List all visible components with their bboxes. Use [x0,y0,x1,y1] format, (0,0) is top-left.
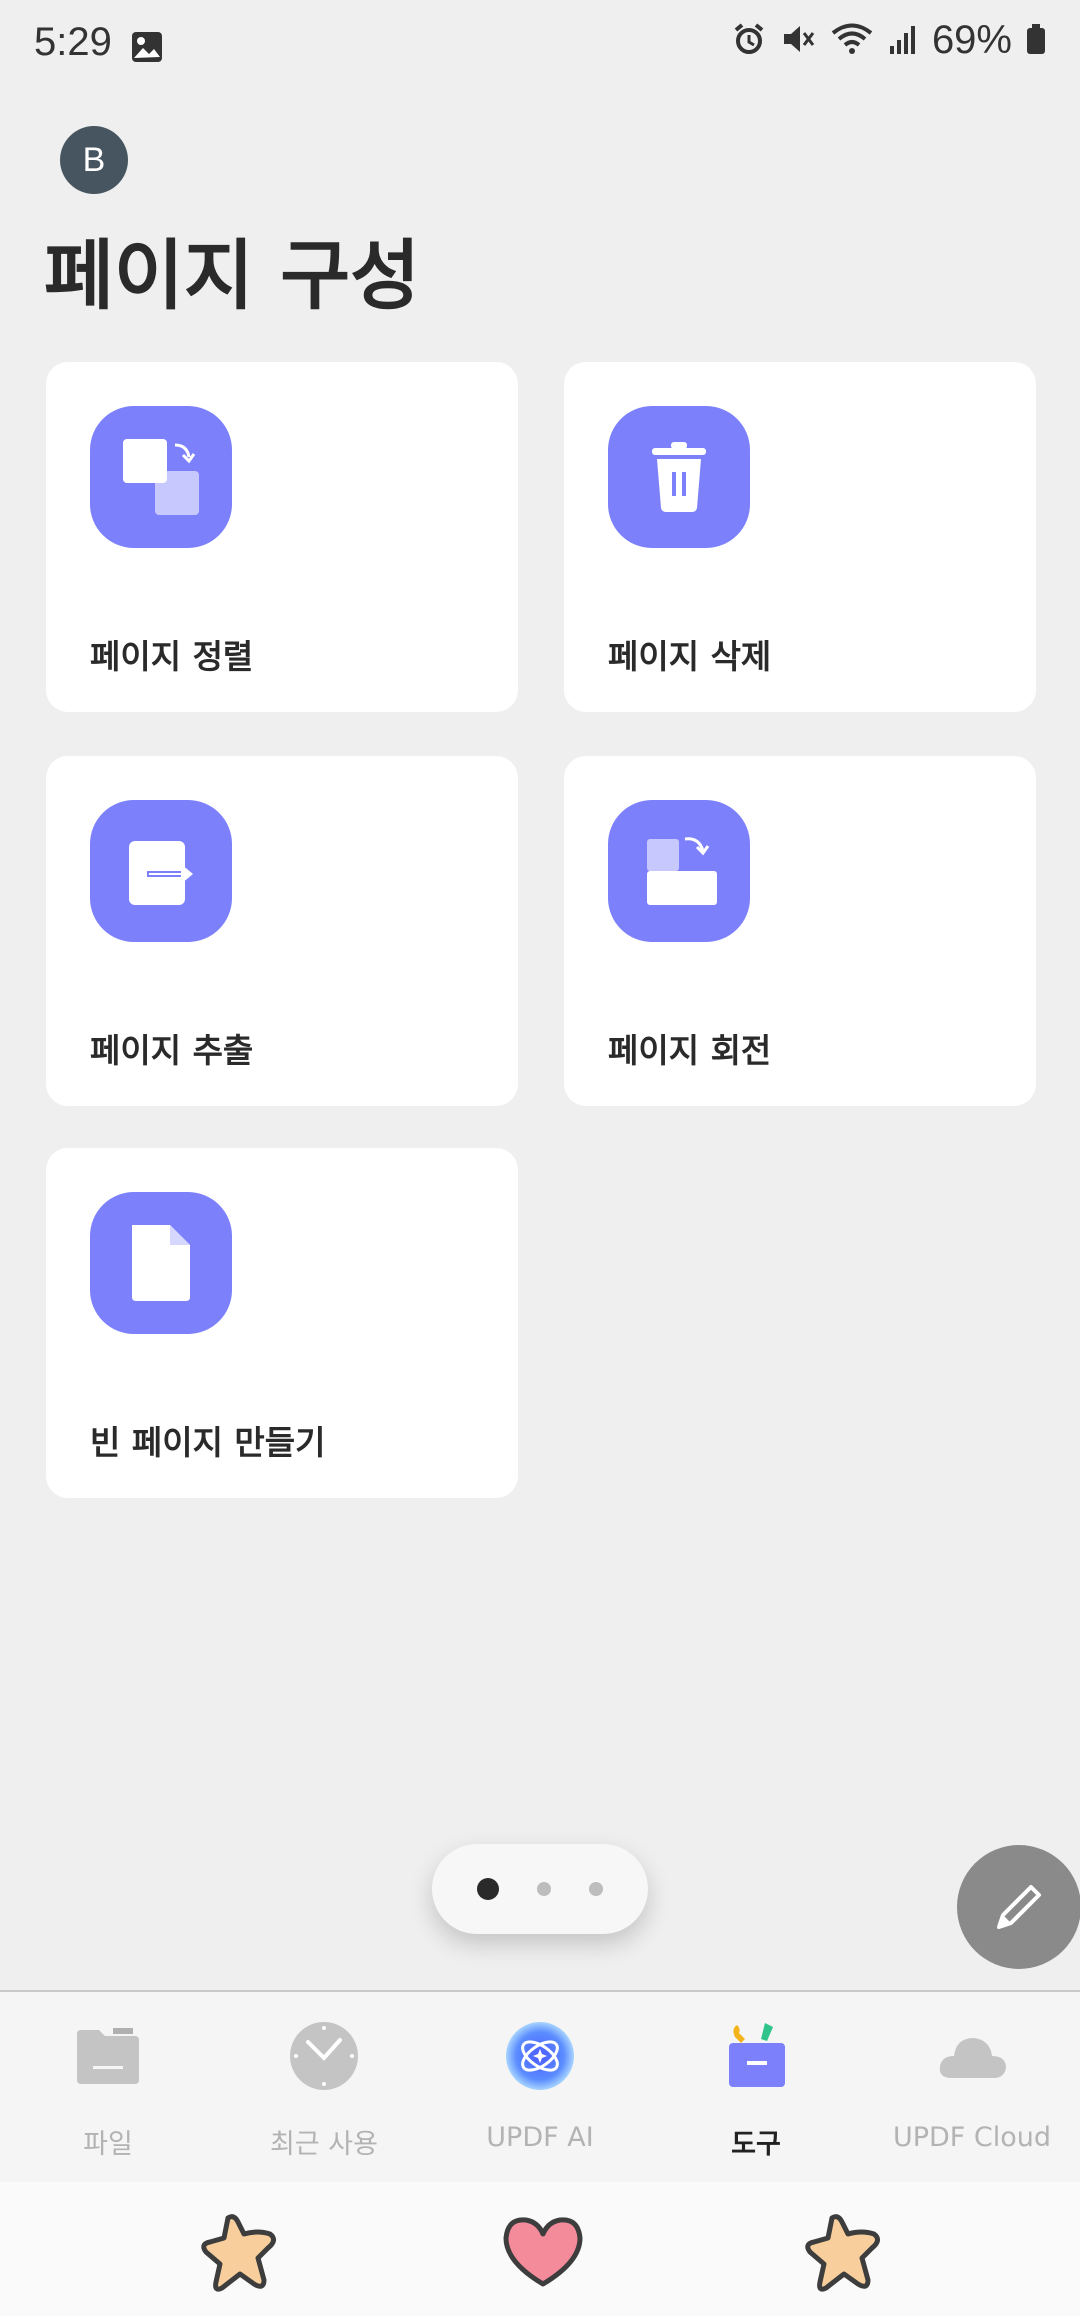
mute-icon [780,22,816,60]
battery-percentage: 69% [931,18,1012,62]
ai-icon [500,2016,580,2096]
rotate-icon [608,800,750,942]
nav-label: UPDF AI [486,2122,594,2153]
card-label: 페이지 회전 [608,1031,772,1070]
extract-pages-card[interactable]: 페이지 추출 [46,756,518,1106]
blank-page-icon [90,1192,232,1334]
page-dot[interactable] [537,1882,551,1896]
nav-item-updf-ai[interactable]: UPDF AI [432,1992,648,2182]
toolbox-icon [716,2016,796,2096]
battery-icon [1026,22,1046,60]
card-label: 페이지 추출 [90,1031,254,1070]
nav-label: 파일 [83,2129,133,2160]
trash-icon [608,406,750,548]
card-label: 페이지 정렬 [90,637,254,676]
status-bar: 5:29 69% [0,0,1080,96]
sticker-bar [0,2182,1080,2316]
signal-icon [888,22,918,60]
delete-pages-card[interactable]: 페이지 삭제 [564,362,1036,712]
sort-pages-icon [90,406,232,548]
clock-icon [284,2016,364,2096]
star-sticker-icon[interactable] [802,2212,888,2298]
sort-pages-card[interactable]: 페이지 정렬 [46,362,518,712]
extract-icon [90,800,232,942]
page-title: 페이지 구성 [44,231,421,320]
avatar[interactable]: B [60,126,128,194]
alarm-icon [732,22,766,60]
rotate-pages-card[interactable]: 페이지 회전 [564,756,1036,1106]
folder-icon [68,2016,148,2096]
avatar-initial: B [82,140,106,179]
page-indicator[interactable] [432,1844,648,1934]
heart-sticker-icon[interactable] [500,2214,586,2294]
nav-item-updf-cloud[interactable]: UPDF Cloud [864,1992,1080,2182]
page-dot[interactable] [589,1882,603,1896]
create-blank-page-card[interactable]: 빈 페이지 만들기 [46,1148,518,1498]
card-label: 페이지 삭제 [608,637,772,676]
gallery-notification-icon [130,30,164,68]
nav-label: 최근 사용 [270,2129,378,2160]
nav-item-recent[interactable]: 최근 사용 [216,1992,432,2182]
wifi-icon [830,22,874,60]
pencil-icon [997,1885,1041,1929]
page-dot-active[interactable] [477,1878,499,1900]
star-sticker-icon[interactable] [198,2212,284,2298]
nav-label: UPDF Cloud [892,2122,1052,2153]
bottom-nav: 파일 최근 사용 UPDF AI 도구 UPDF Cloud [0,1990,1080,2182]
nav-label: 도구 [731,2129,781,2160]
card-label: 빈 페이지 만들기 [90,1423,326,1462]
status-time: 5:29 [34,20,112,64]
cloud-icon [932,2016,1012,2096]
nav-item-tools[interactable]: 도구 [648,1992,864,2182]
nav-item-files[interactable]: 파일 [0,1992,216,2182]
edit-fab-button[interactable] [957,1845,1080,1969]
